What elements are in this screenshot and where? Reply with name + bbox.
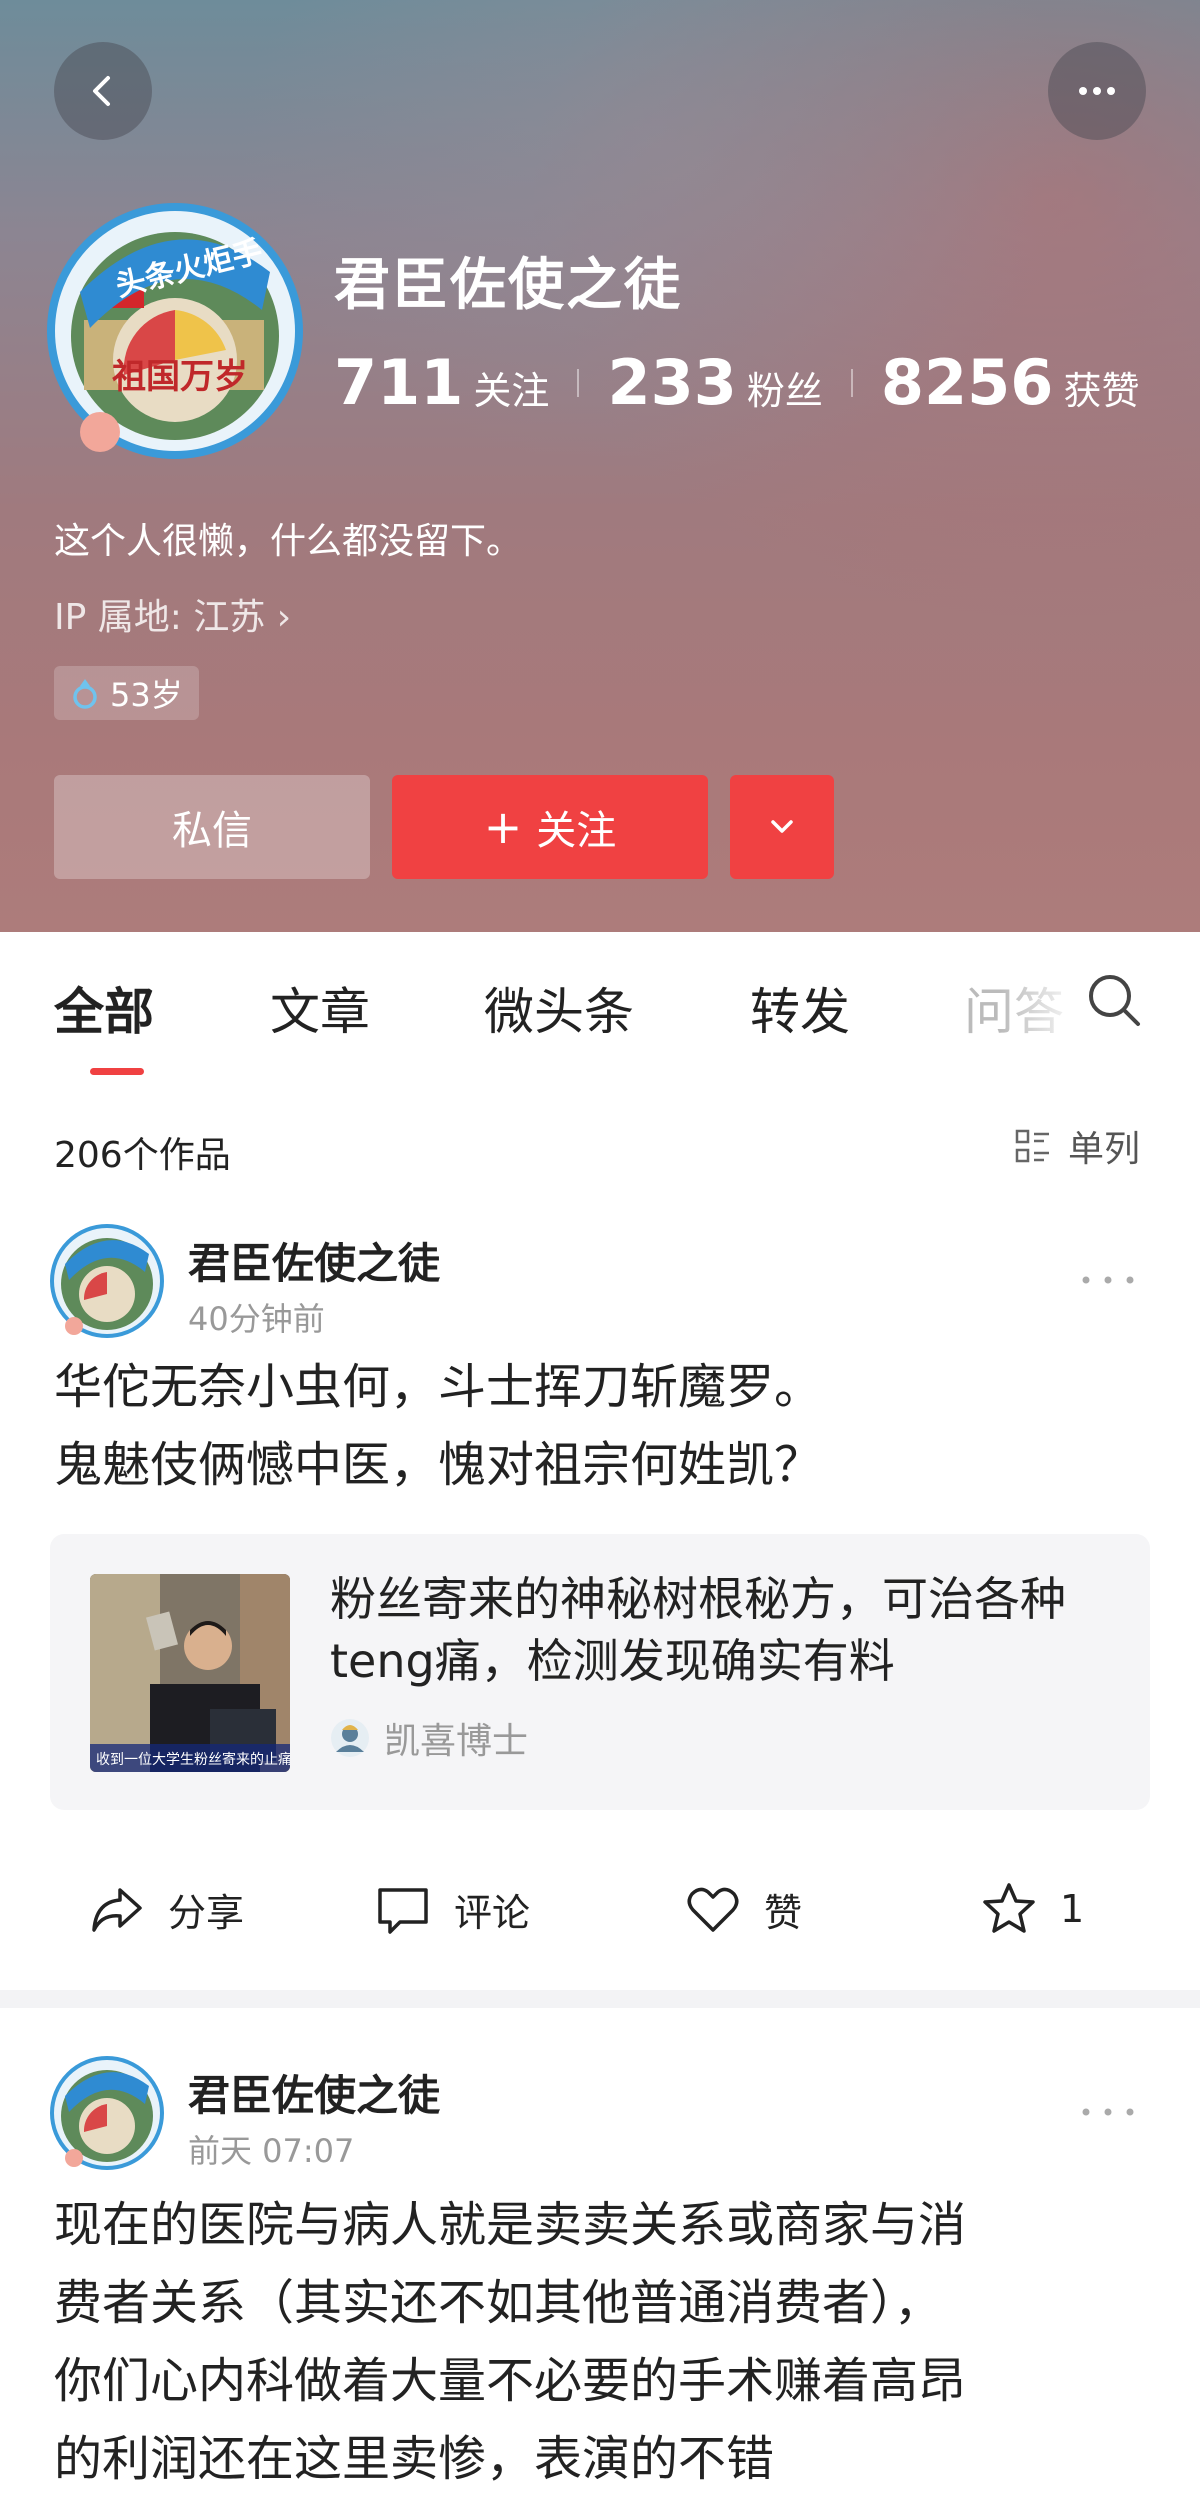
- favorite-button[interactable]: 1: [980, 1880, 1084, 1938]
- more-dots-icon[interactable]: [1080, 1270, 1136, 1290]
- message-button[interactable]: 私信: [54, 775, 370, 879]
- profile-header: 祖国万岁 头条火炬手 君臣佐使之徒 711 关注 233 粉丝 8256 获赞 …: [0, 0, 1200, 932]
- stat-divider: [850, 368, 853, 397]
- followers-label[interactable]: 粉丝: [747, 360, 823, 415]
- more-dots-icon: [1079, 87, 1115, 95]
- works-count: 206个作品: [54, 1135, 231, 1176]
- share-icon: [92, 1888, 142, 1932]
- source-avatar-icon: [331, 1719, 369, 1757]
- star-icon: [983, 1883, 1035, 1933]
- tab-micro-posts[interactable]: 微头条: [484, 972, 634, 1044]
- followers-count[interactable]: 233: [607, 346, 736, 419]
- avatar[interactable]: [48, 2054, 166, 2172]
- profile-avatar[interactable]: 祖国万岁 头条火炬手: [44, 200, 306, 462]
- profile-stats: 711 关注 233 粉丝 8256 获赞: [334, 346, 1139, 419]
- profile-bio: 这个人很懒，什么都没留下。: [54, 521, 523, 562]
- back-button[interactable]: [54, 42, 152, 140]
- svg-text:收到一位大学生粉丝寄来的止痛: 收到一位大学生粉丝寄来的止痛: [96, 1751, 290, 1768]
- share-button[interactable]: 分享: [88, 1880, 244, 1938]
- post-divider: [0, 1990, 1200, 2008]
- view-mode-label: 单列: [1068, 1129, 1141, 1170]
- post-header: 君臣佐使之徒 前天 07:07: [0, 2054, 1200, 2174]
- age-text: 53岁: [110, 676, 183, 714]
- article-source: 凯喜博士: [330, 1712, 528, 1764]
- post-actions: 分享 评论 赞 1: [0, 1860, 1200, 1960]
- likes-label: 获赞: [1063, 369, 1140, 413]
- post-text-line: 鬼魅伎俩憾中医，愧对祖宗何姓凯？: [54, 1437, 823, 1493]
- view-mode-toggle[interactable]: 单列: [1014, 1120, 1140, 1172]
- follow-label: 关注: [536, 808, 617, 854]
- bottom-fade: [900, 2452, 1200, 2502]
- post-text-line: 现在的医院与病人就是卖卖关系或商家与消: [54, 2197, 967, 2253]
- post-author[interactable]: 君臣佐使之徒: [188, 2062, 440, 2123]
- post-text-line: 你们心内科做着大量不必要的手术赚着高昂: [54, 2353, 967, 2409]
- tab-all[interactable]: 全部: [54, 972, 154, 1044]
- likes-count: 8256: [880, 346, 1054, 419]
- like-button[interactable]: 赞: [684, 1880, 802, 1938]
- post-text-line: 华佗无奈小虫何，斗士挥刀斩魔罗。: [54, 1359, 823, 1415]
- like-label: 赞: [764, 1890, 803, 1935]
- post-author[interactable]: 君臣佐使之徒: [188, 1230, 440, 1291]
- more-dots-icon[interactable]: [1080, 2102, 1136, 2122]
- ring-icon: [73, 679, 97, 709]
- comment-label: 评论: [454, 1890, 531, 1935]
- list-view-icon: [1015, 1129, 1049, 1163]
- follow-button[interactable]: + 关注: [392, 775, 708, 879]
- follow-dropdown-button[interactable]: [730, 775, 834, 879]
- search-icon[interactable]: [1084, 970, 1144, 1030]
- following-count[interactable]: 711: [334, 346, 463, 419]
- message-label: 私信: [172, 808, 252, 854]
- profile-name: 君臣佐使之徒: [334, 253, 682, 318]
- avatar[interactable]: [48, 1222, 166, 1340]
- more-button[interactable]: [1048, 42, 1146, 140]
- plus-icon: +: [483, 800, 523, 854]
- chevron-left-icon: [93, 76, 110, 106]
- chevron-down-icon: [771, 820, 793, 833]
- favorite-count: 1: [1060, 1887, 1085, 1931]
- ip-location[interactable]: IP 属地: 江苏 ›: [54, 588, 291, 640]
- post-time: 前天 07:07: [188, 2132, 355, 2170]
- tab-reposts[interactable]: 转发: [750, 972, 850, 1044]
- tab-articles[interactable]: 文章: [270, 972, 370, 1044]
- article-title: 粉丝寄来的神秘树根秘方，可治各种teng痛，检测发现确实有料: [330, 1572, 1066, 1688]
- post-text-line: 费者关系（其实还不如其他普通消费者），: [54, 2275, 943, 2331]
- age-tag: 53岁: [54, 666, 199, 720]
- comment-button[interactable]: 评论: [374, 1880, 530, 1938]
- active-tab-indicator: [90, 1068, 144, 1075]
- post-content[interactable]: 华佗无奈小虫何，斗士挥刀斩魔罗。 鬼魅伎俩憾中医，愧对祖宗何姓凯？: [54, 1348, 1154, 1504]
- svg-text:祖国万岁: 祖国万岁: [112, 357, 248, 397]
- post-time: 40分钟前: [188, 1300, 325, 1338]
- stat-divider: [577, 368, 580, 397]
- content-tabs: 全部 文章 微头条 转发 问答: [0, 932, 1200, 1082]
- article-thumbnail: 收到一位大学生粉丝寄来的止痛: [90, 1574, 290, 1772]
- linked-article-card[interactable]: 收到一位大学生粉丝寄来的止痛 粉丝寄来的神秘树根秘方，可治各种teng痛，检测发…: [50, 1534, 1150, 1810]
- share-label: 分享: [168, 1890, 245, 1935]
- heart-icon: [687, 1887, 739, 1932]
- following-label[interactable]: 关注: [473, 360, 549, 415]
- works-bar: 206个作品 单列: [0, 1082, 1200, 1207]
- comment-icon: [378, 1888, 428, 1934]
- post-header: 君臣佐使之徒 40分钟前: [0, 1222, 1200, 1342]
- article-source-name: 凯喜博士: [384, 1721, 529, 1762]
